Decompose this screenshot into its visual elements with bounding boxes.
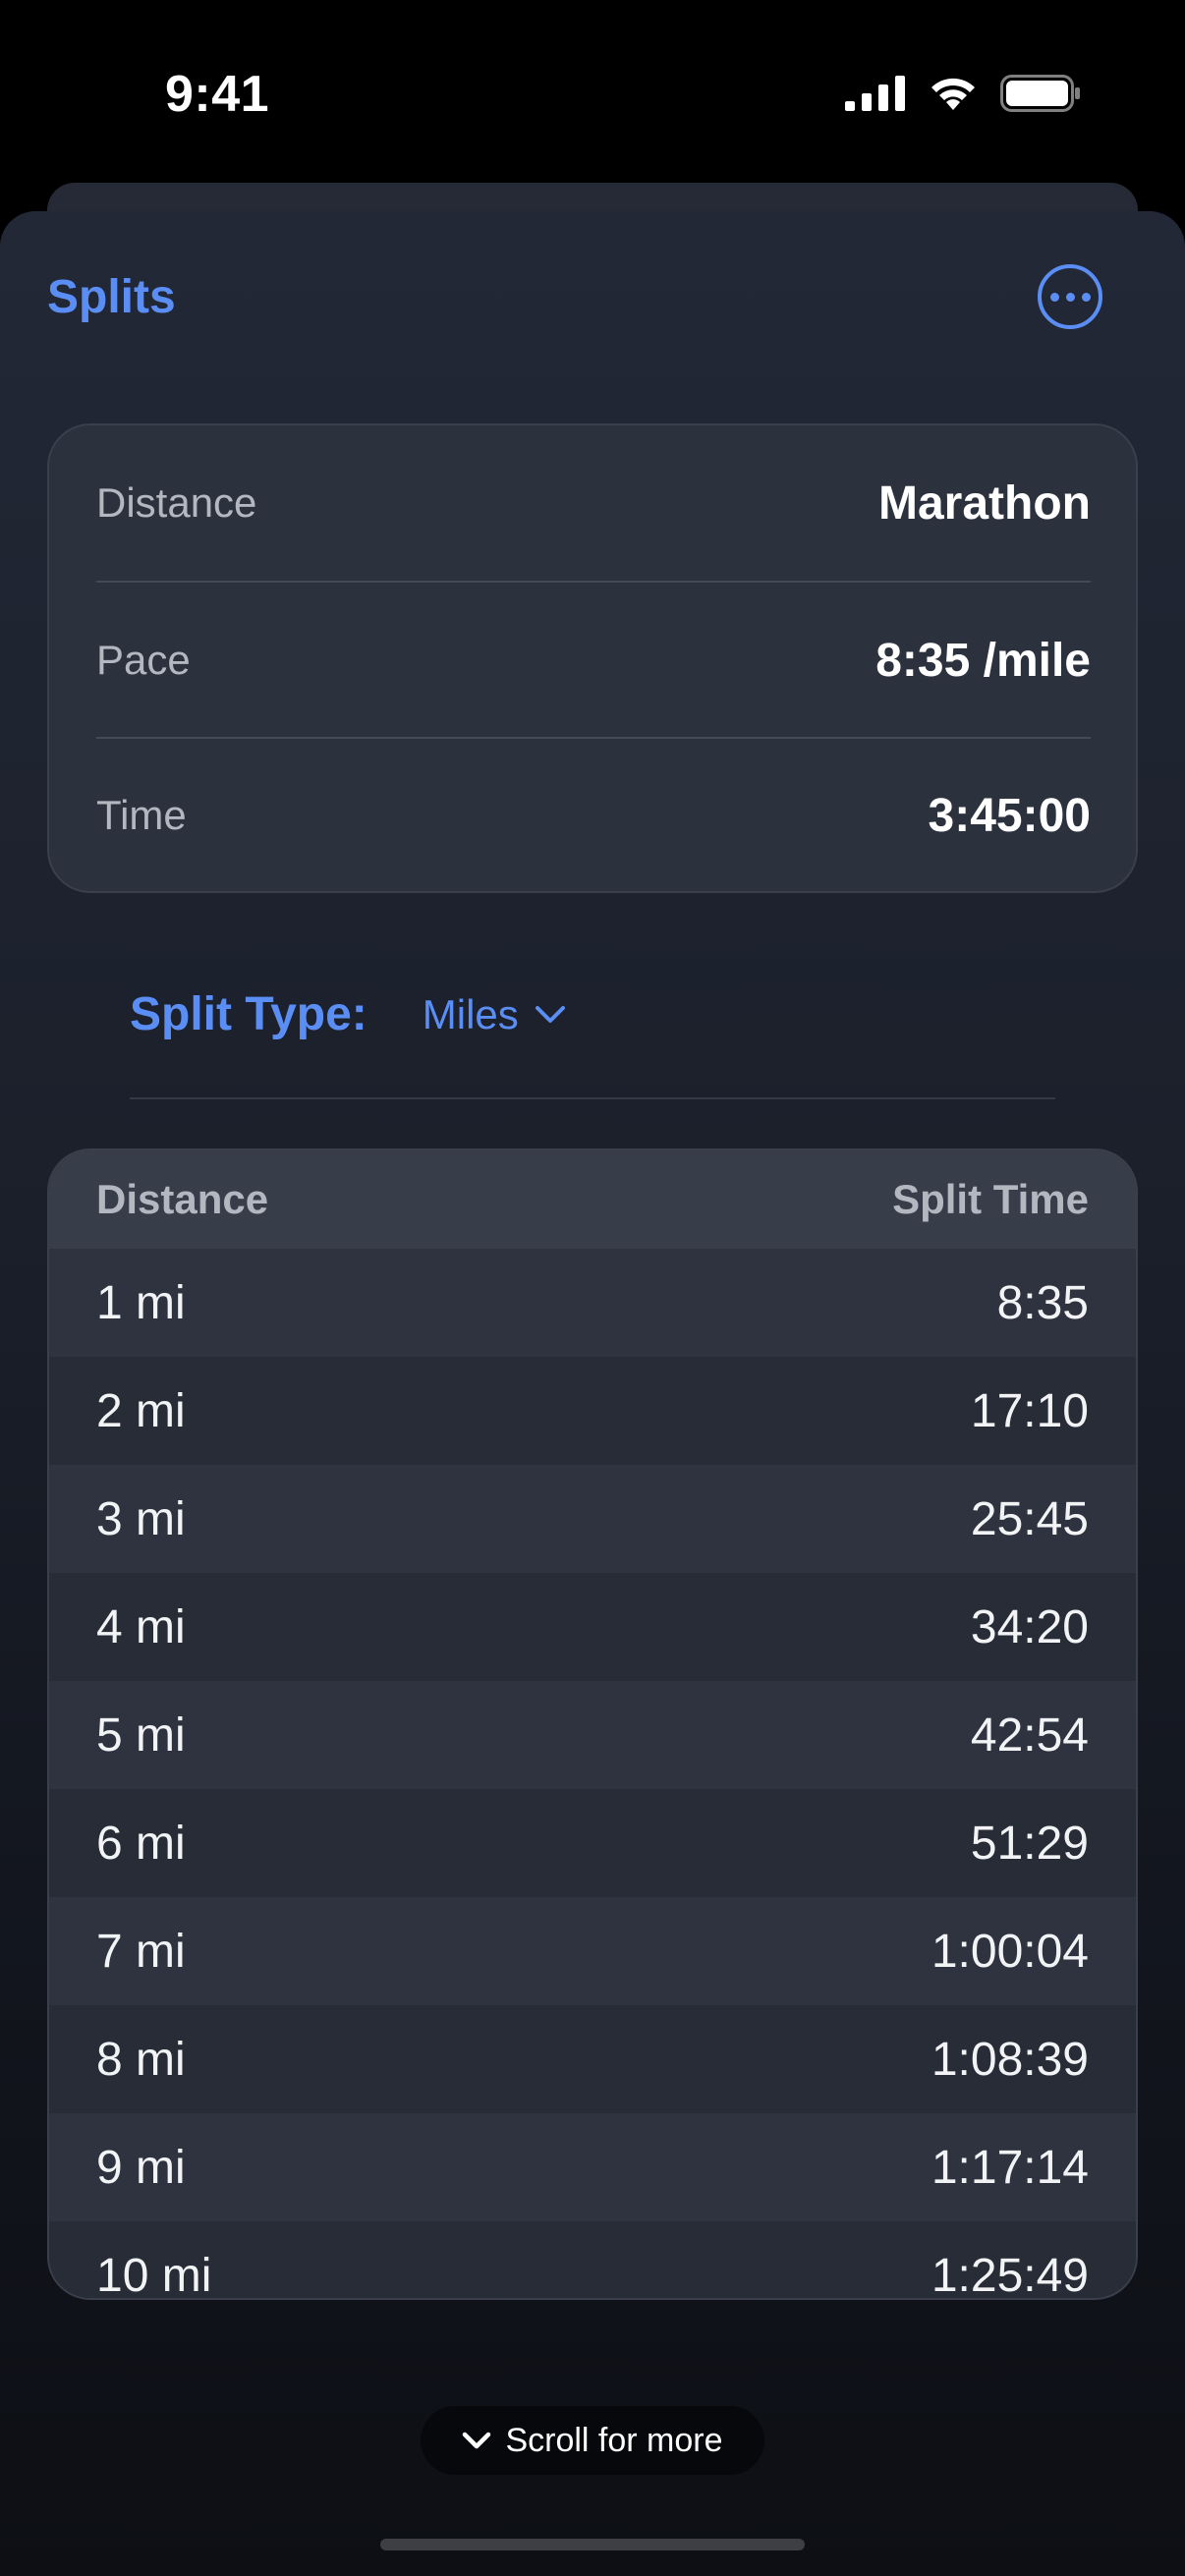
splits-table[interactable]: Distance Split Time 1 mi 8:35 2 mi 17:10… xyxy=(47,1148,1138,2300)
row-distance: 3 mi xyxy=(96,1492,186,1545)
row-distance: 1 mi xyxy=(96,1276,186,1329)
table-row: 1 mi 8:35 xyxy=(49,1249,1136,1357)
summary-row-pace: Pace 8:35 /mile xyxy=(96,583,1091,738)
status-bar: 9:41 xyxy=(0,0,1185,187)
table-row: 9 mi 1:17:14 xyxy=(49,2113,1136,2221)
summary-label: Pace xyxy=(96,637,191,683)
row-distance: 9 mi xyxy=(96,2141,186,2194)
chevron-down-icon xyxy=(535,1005,565,1023)
row-split-time: 1:25:49 xyxy=(931,2249,1089,2300)
row-distance: 5 mi xyxy=(96,1708,186,1762)
row-split-time: 1:17:14 xyxy=(931,2141,1089,2194)
row-split-time: 34:20 xyxy=(970,1600,1089,1653)
status-time: 9:41 xyxy=(165,66,270,123)
ellipsis-circle-icon xyxy=(1049,292,1091,302)
cellular-signal-icon xyxy=(845,76,905,111)
summary-label: Distance xyxy=(96,479,257,526)
row-distance: 6 mi xyxy=(96,1817,186,1870)
row-distance: 7 mi xyxy=(96,1925,186,1978)
chevron-down-icon xyxy=(463,2432,491,2449)
table-row: 8 mi 1:08:39 xyxy=(49,2005,1136,2113)
row-split-time: 42:54 xyxy=(970,1708,1089,1762)
split-type-label: Split Type: xyxy=(130,988,367,1040)
column-header-distance: Distance xyxy=(96,1176,269,1222)
table-row: 7 mi 1:00:04 xyxy=(49,1897,1136,2005)
battery-icon xyxy=(1000,75,1080,112)
split-type-row: Split Type: Miles xyxy=(130,987,566,1041)
table-row: 3 mi 25:45 xyxy=(49,1465,1136,1573)
splits-sheet: Splits Distance Marathon Pace 8:35 /mile… xyxy=(0,211,1185,2576)
row-distance: 8 mi xyxy=(96,2033,186,2086)
status-icons xyxy=(845,75,1081,112)
table-row: 5 mi 42:54 xyxy=(49,1681,1136,1789)
summary-row-distance: Distance Marathon xyxy=(96,425,1091,581)
table-body: 1 mi 8:35 2 mi 17:10 3 mi 25:45 4 mi 34:… xyxy=(49,1249,1136,2300)
wifi-icon xyxy=(931,78,975,110)
divider xyxy=(130,1097,1055,1099)
row-split-time: 17:10 xyxy=(970,1384,1089,1437)
home-indicator[interactable] xyxy=(380,2539,805,2550)
summary-label: Time xyxy=(96,792,187,838)
row-split-time: 1:00:04 xyxy=(931,1925,1089,1978)
scroll-for-more-button[interactable]: Scroll for more xyxy=(421,2406,764,2475)
scroll-hint-label: Scroll for more xyxy=(505,2421,723,2459)
split-type-value: Miles xyxy=(422,990,519,1037)
summary-value: 8:35 /mile xyxy=(875,634,1091,687)
row-split-time: 25:45 xyxy=(970,1492,1089,1545)
table-row: 2 mi 17:10 xyxy=(49,1357,1136,1465)
summary-value: Marathon xyxy=(878,476,1091,530)
row-split-time: 51:29 xyxy=(970,1817,1089,1870)
summary-value: 3:45:00 xyxy=(928,789,1091,842)
more-options-button[interactable] xyxy=(1038,264,1102,329)
row-distance: 2 mi xyxy=(96,1384,186,1437)
row-distance: 4 mi xyxy=(96,1600,186,1653)
summary-row-time: Time 3:45:00 xyxy=(96,738,1091,893)
table-row: 4 mi 34:20 xyxy=(49,1573,1136,1681)
table-row: 6 mi 51:29 xyxy=(49,1789,1136,1897)
sheet-title: Splits xyxy=(47,271,176,323)
row-split-time: 8:35 xyxy=(996,1276,1089,1329)
table-header: Distance Split Time xyxy=(49,1150,1136,1249)
row-distance: 10 mi xyxy=(96,2249,212,2300)
row-split-time: 1:08:39 xyxy=(931,2033,1089,2086)
split-type-dropdown[interactable]: Miles xyxy=(423,991,566,1038)
summary-card: Distance Marathon Pace 8:35 /mile Time 3… xyxy=(47,423,1138,893)
column-header-split-time: Split Time xyxy=(892,1176,1089,1222)
table-row: 10 mi 1:25:49 xyxy=(49,2221,1136,2300)
